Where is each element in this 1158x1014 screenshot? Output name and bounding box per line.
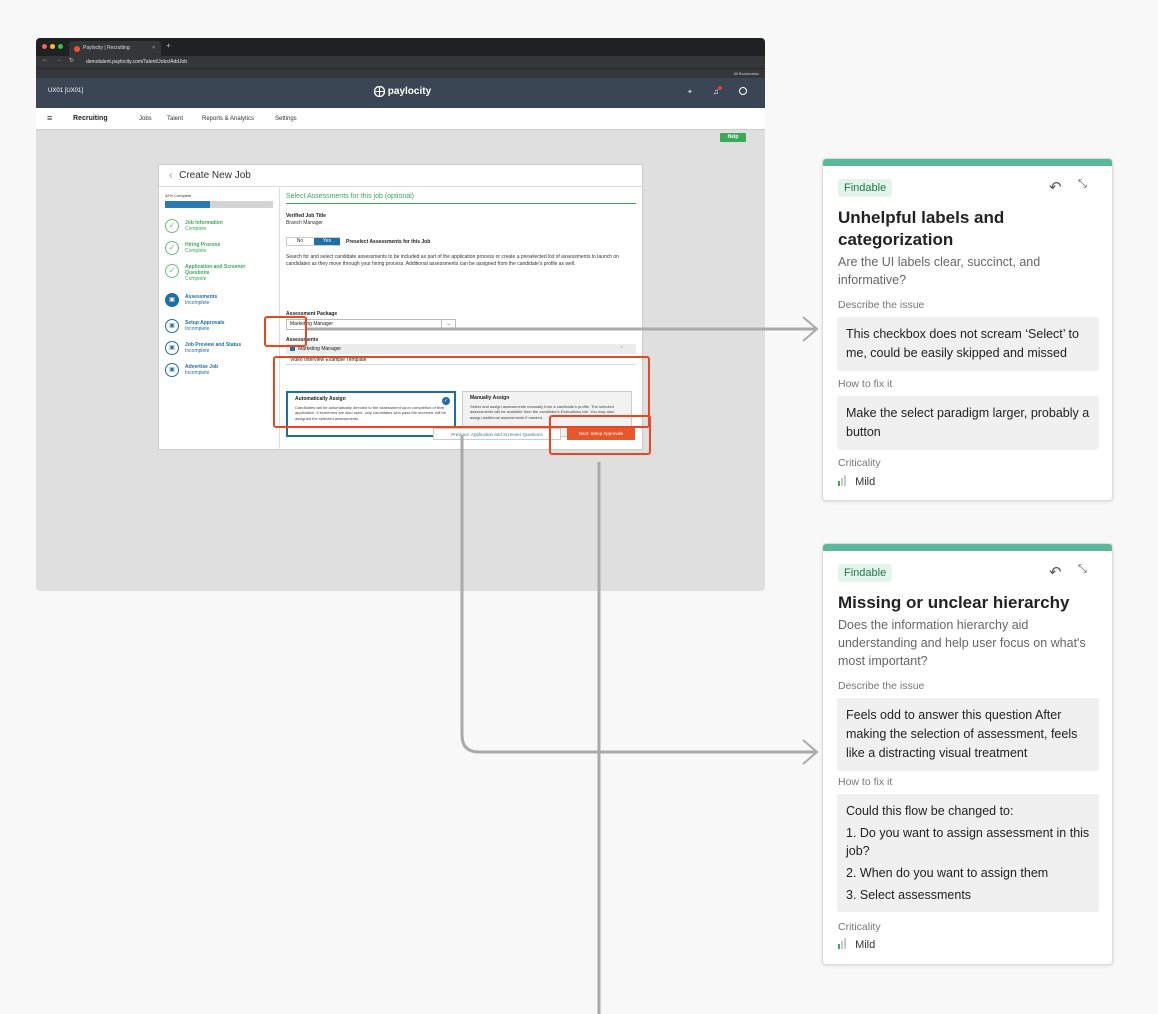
fix-line: 2. When do you want to assign them — [846, 866, 1049, 880]
criticality-text: Mild — [855, 476, 876, 488]
criticality-bars-icon — [838, 475, 847, 489]
annotation-card-hierarchy: Findable ↶ ⤡ Missing or unclear hierarch… — [822, 543, 1113, 965]
undo-icon[interactable]: ↶ — [1049, 563, 1062, 581]
criticality-label: Criticality — [838, 457, 881, 469]
card-question: Does the information hierarchy aid under… — [838, 618, 1086, 668]
collapse-icon[interactable]: ⤡ — [1078, 178, 1087, 191]
fix-label: How to fix it — [838, 378, 893, 390]
undo-icon[interactable]: ↶ — [1049, 178, 1062, 196]
findable-badge: Findable — [838, 564, 893, 582]
card-accent-bar — [823, 544, 1112, 551]
describe-text: This checkbox does not scream ‘Select’ t… — [846, 327, 1079, 360]
fix-label: How to fix it — [838, 776, 893, 788]
card-accent-bar — [823, 159, 1112, 166]
criticality-text: Mild — [855, 939, 876, 951]
card-title: Missing or unclear hierarchy — [838, 593, 1070, 612]
fix-line: Could this flow be changed to: — [846, 804, 1014, 818]
card-question: Are the UI labels clear, succinct, and i… — [838, 255, 1041, 287]
fix-line: 3. Select assessments — [846, 888, 972, 902]
collapse-icon[interactable]: ⤡ — [1078, 563, 1087, 576]
describe-issue-box[interactable]: Feels odd to answer this question After … — [837, 698, 1099, 771]
criticality-bars-icon — [838, 938, 847, 952]
annotation-card-labels: Findable ↶ ⤡ Unhelpful labels and catego… — [822, 158, 1113, 501]
criticality-value: Mild — [838, 475, 875, 489]
fix-text: Make the select paradigm larger, probabl… — [846, 406, 1090, 439]
fix-line: 1. Do you want to assign assessment in t… — [846, 826, 1090, 858]
criticality-label: Criticality — [838, 921, 881, 933]
fix-box[interactable]: Could this flow be changed to: 1. Do you… — [837, 794, 1099, 912]
criticality-value: Mild — [838, 938, 875, 952]
card-title: Unhelpful labels and categorization — [838, 208, 1005, 249]
describe-issue-box[interactable]: This checkbox does not scream ‘Select’ t… — [837, 317, 1099, 371]
describe-label: Describe the issue — [838, 299, 925, 311]
describe-text: Feels odd to answer this question After … — [846, 708, 1078, 760]
fix-box[interactable]: Make the select paradigm larger, probabl… — [837, 396, 1099, 450]
findable-badge: Findable — [838, 179, 893, 197]
describe-label: Describe the issue — [838, 680, 925, 692]
